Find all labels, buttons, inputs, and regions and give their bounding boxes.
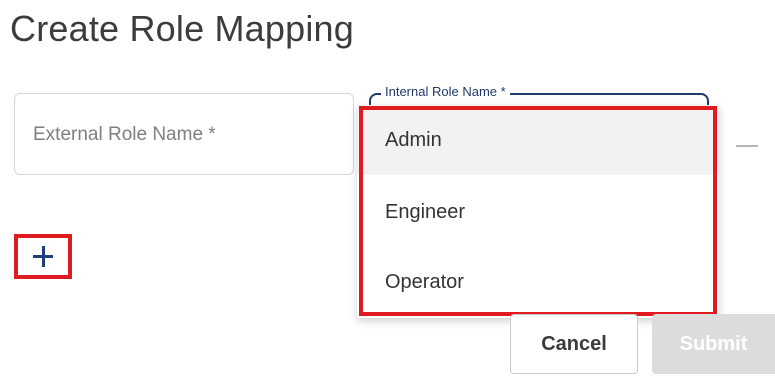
dropdown-option-admin[interactable]: Admin — [357, 105, 719, 175]
page-title: Create Role Mapping — [10, 8, 354, 49]
add-mapping-button[interactable] — [14, 234, 72, 279]
dropdown-option-operator[interactable]: Operator — [357, 247, 719, 317]
dropdown-option-engineer[interactable]: Engineer — [357, 177, 719, 247]
submit-button[interactable]: Submit — [652, 314, 775, 374]
remove-row-icon[interactable] — [736, 145, 758, 147]
external-role-name-field[interactable]: External Role Name * — [14, 93, 354, 175]
cancel-button[interactable]: Cancel — [510, 314, 638, 374]
plus-icon-vertical — [42, 246, 45, 267]
internal-role-name-label: Internal Role Name * — [381, 84, 510, 99]
external-role-name-placeholder: External Role Name * — [33, 124, 216, 145]
internal-role-dropdown: Admin Engineer Operator — [357, 105, 719, 318]
